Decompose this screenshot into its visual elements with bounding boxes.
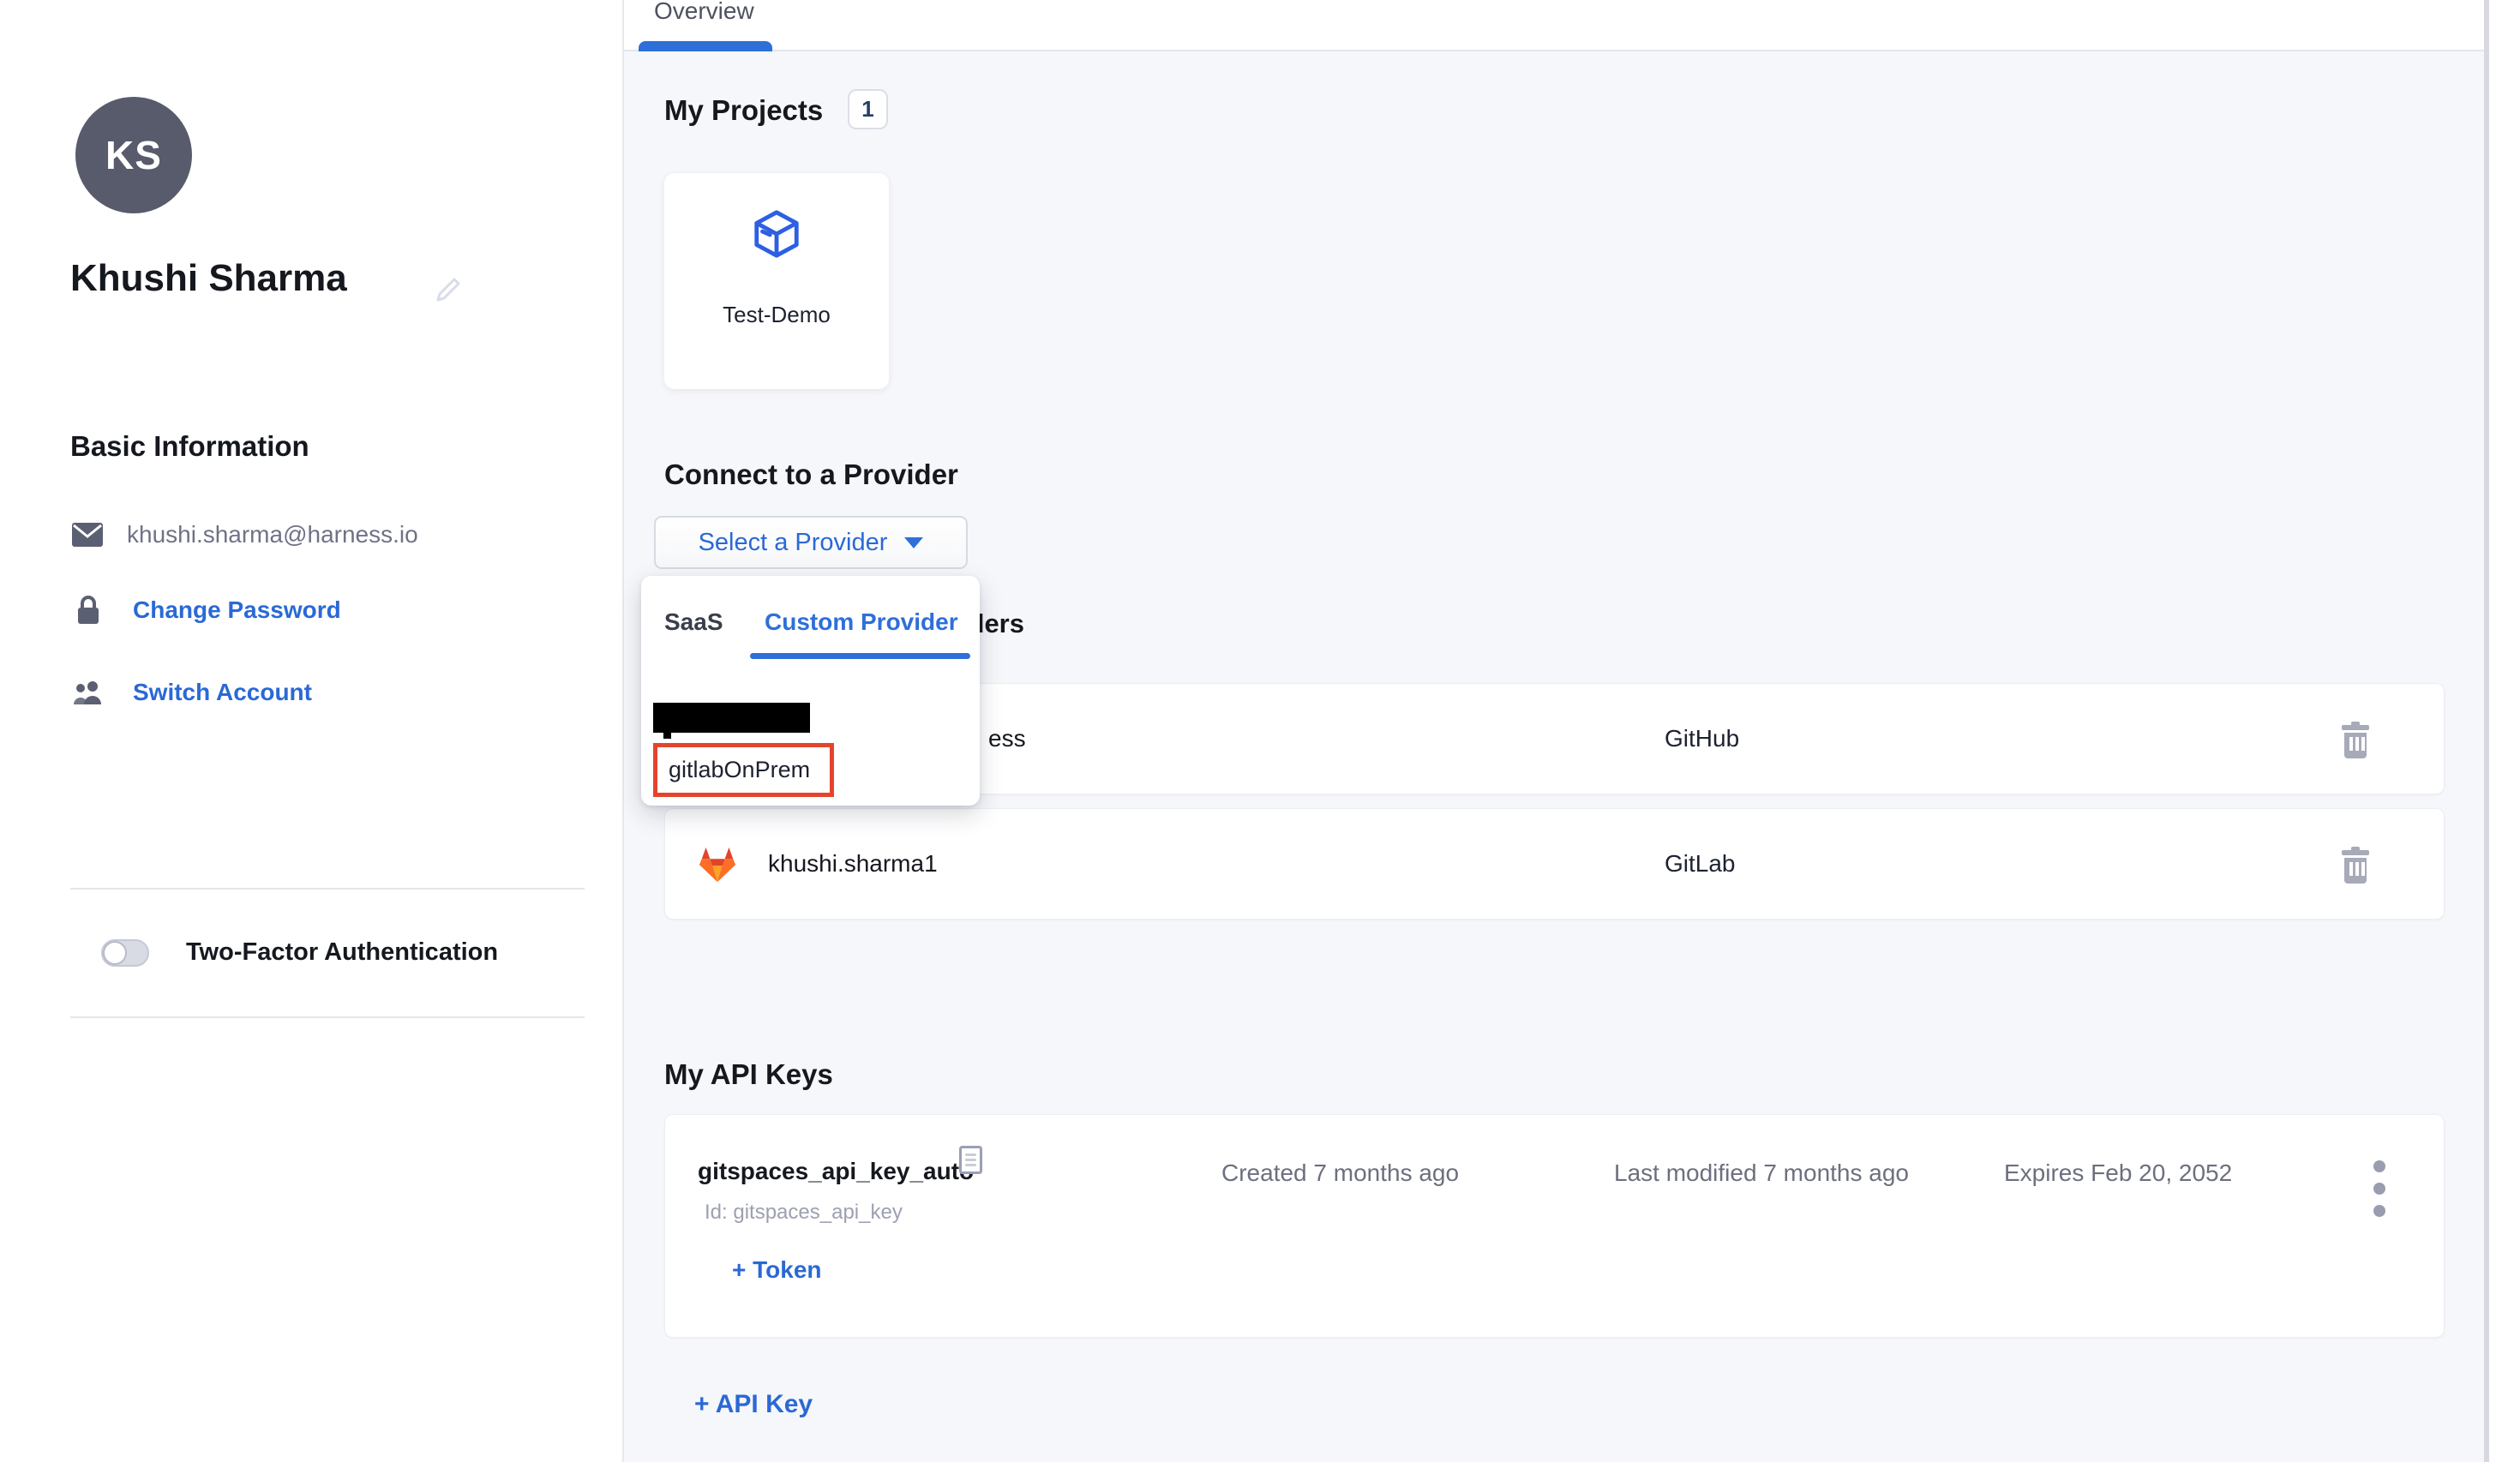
gitlab-logo-icon	[697, 844, 738, 885]
email-row: khushi.sharma@harness.io	[72, 521, 418, 548]
delete-provider-icon[interactable]	[2338, 847, 2373, 884]
dropdown-tab-custom-provider[interactable]: Custom Provider	[765, 608, 958, 636]
api-key-card: gitspaces_api_key_auto Id: gitspaces_api…	[664, 1114, 2445, 1338]
select-provider-button[interactable]: Select a Provider	[654, 516, 968, 569]
users-icon	[70, 679, 105, 706]
tabstrip-border	[624, 50, 2486, 51]
two-factor-toggle[interactable]	[101, 939, 149, 967]
provider-account-name: ess	[988, 684, 1026, 794]
api-key-expires: Expires Feb 20, 2052	[2004, 1159, 2232, 1187]
provider-type-label: GitHub	[1665, 684, 1739, 794]
project-name: Test-Demo	[664, 302, 889, 328]
toggle-knob	[103, 941, 127, 965]
profile-page: KS Khushi Sharma Basic Information khush…	[0, 0, 2520, 1462]
api-key-menu-icon[interactable]	[2371, 1154, 2388, 1223]
avatar: KS	[75, 97, 192, 213]
highlighted-option-box[interactable]: gitlabOnPrem	[653, 743, 834, 797]
project-card[interactable]: Test-Demo	[664, 173, 889, 389]
dropdown-active-tab-underline	[750, 653, 970, 659]
redacted-option-mark	[663, 733, 671, 739]
api-key-name: gitspaces_api_key_auto	[698, 1158, 974, 1185]
api-key-modified: Last modified 7 months ago	[1614, 1159, 1909, 1187]
my-api-keys-heading: My API Keys	[664, 1058, 833, 1091]
add-token-link[interactable]: + Token	[732, 1256, 822, 1284]
delete-provider-icon[interactable]	[2338, 722, 2373, 759]
lock-icon	[75, 595, 101, 626]
email-value: khushi.sharma@harness.io	[127, 521, 418, 548]
dropdown-tab-saas[interactable]: SaaS	[664, 608, 723, 636]
switch-account-row: Switch Account	[70, 679, 312, 706]
chevron-down-icon	[904, 537, 923, 548]
my-projects-heading: My Projects	[664, 94, 823, 127]
project-cube-icon	[750, 207, 803, 261]
scrollbar-gutter[interactable]	[2489, 0, 2520, 1462]
change-password-link[interactable]: Change Password	[133, 596, 341, 624]
add-api-key-link[interactable]: + API Key	[694, 1390, 813, 1419]
tab-overview[interactable]: Overview	[654, 0, 754, 25]
avatar-initials: KS	[105, 132, 162, 178]
dropdown-option-gitlabonprem[interactable]: gitlabOnPrem	[669, 747, 810, 793]
select-provider-label: Select a Provider	[699, 529, 888, 557]
projects-count-badge: 1	[848, 89, 888, 129]
change-password-row: Change Password	[75, 595, 341, 626]
sidebar: KS Khushi Sharma Basic Information khush…	[0, 0, 624, 1462]
provider-dropdown: SaaS Custom Provider gitlabOnPrem	[641, 576, 980, 806]
provider-account-name: khushi.sharma1	[768, 809, 938, 919]
provider-type-label: GitLab	[1665, 809, 1736, 919]
redacted-option	[653, 703, 810, 733]
api-key-created: Created 7 months ago	[1221, 1159, 1459, 1187]
sidebar-divider-top	[70, 888, 585, 890]
api-key-id: Id: gitspaces_api_key	[705, 1201, 903, 1225]
edit-name-icon[interactable]	[433, 274, 464, 305]
provider-row-gitlab: khushi.sharma1 GitLab	[664, 808, 2445, 920]
profile-name: Khushi Sharma	[70, 257, 347, 300]
basic-information-title: Basic Information	[70, 430, 309, 463]
tab-overview-active-underline	[639, 41, 772, 51]
connect-provider-heading: Connect to a Provider	[664, 458, 958, 491]
sidebar-divider-bottom	[70, 1016, 585, 1018]
switch-account-link[interactable]: Switch Account	[133, 679, 312, 706]
copy-icon[interactable]	[959, 1146, 982, 1174]
two-factor-label: Two-Factor Authentication	[186, 938, 498, 967]
mail-icon	[72, 523, 103, 547]
